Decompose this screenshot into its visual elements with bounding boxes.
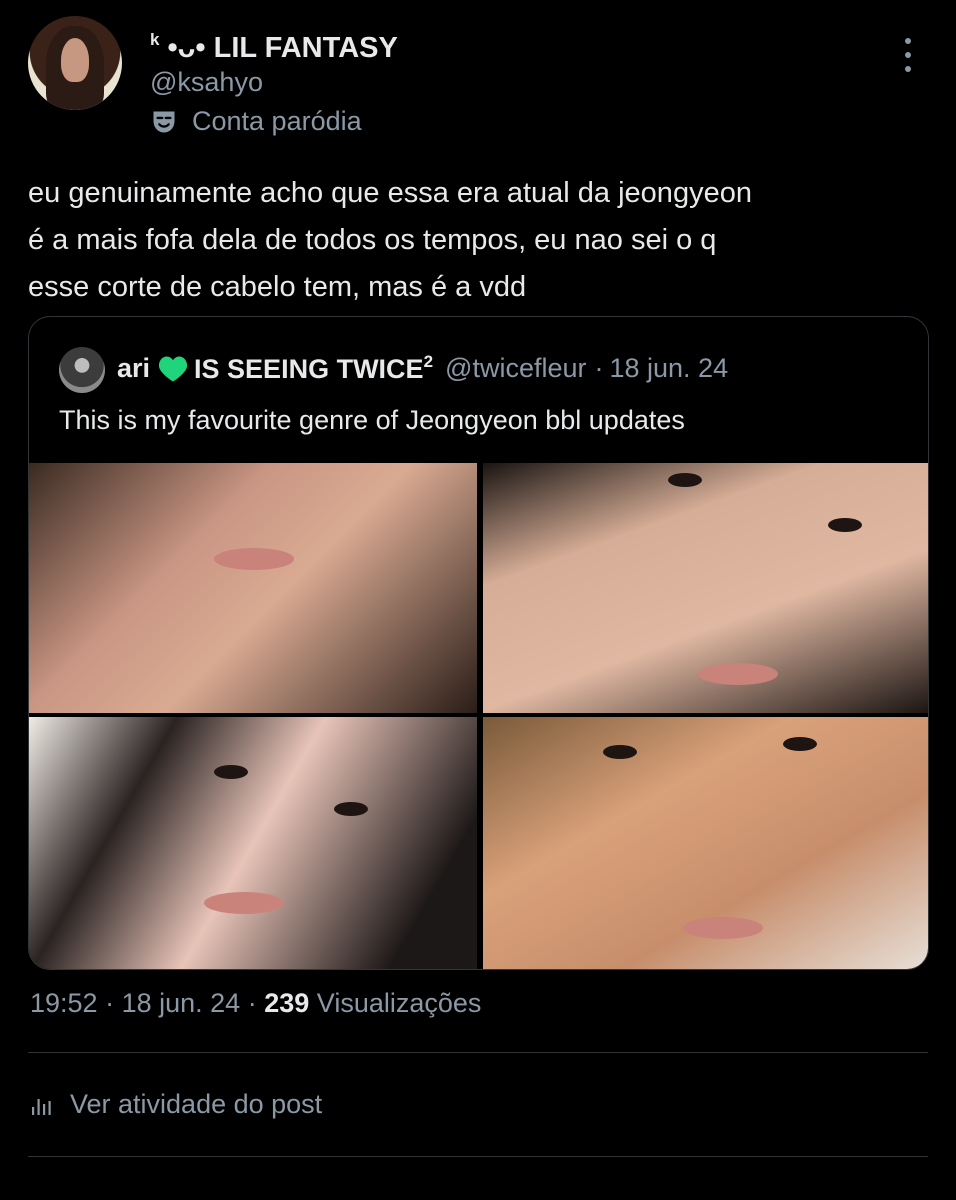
- quoted-author-name-sup: 2: [423, 352, 434, 371]
- post-text-line: eu genuinamente acho que essa era atual …: [28, 177, 752, 209]
- green-heart-icon: [158, 356, 188, 381]
- quoted-author-name-text: IS SEEING TWICE: [194, 354, 424, 384]
- author-name-text: •ᴗ• LIL FANTASY: [167, 32, 398, 64]
- quoted-author-name-end: IS SEEING TWICE2: [194, 352, 433, 385]
- quoted-post-text: This is my favourite genre of Jeongyeon …: [59, 405, 685, 435]
- views-label: Visualizações: [316, 988, 482, 1018]
- quoted-photo-3[interactable]: [29, 717, 477, 969]
- quoted-author-handle[interactable]: @twicefleur: [445, 353, 586, 384]
- quoted-photo-1[interactable]: [29, 463, 477, 713]
- post-text-line: é a mais fofa dela de todos os tempos, e…: [28, 224, 717, 256]
- author-avatar[interactable]: [28, 16, 122, 110]
- meta-separator: ·: [247, 988, 265, 1018]
- post-text-line: esse corte de cabelo tem, mas é a vdd: [28, 271, 527, 303]
- theater-mask-icon: [153, 111, 175, 132]
- views-count: 239: [264, 988, 310, 1018]
- quoted-date[interactable]: 18 jun. 24: [609, 353, 728, 384]
- activity-label: Ver atividade do post: [70, 1089, 323, 1119]
- quoted-photo-4[interactable]: [483, 717, 928, 969]
- post-date[interactable]: 18 jun. 24: [122, 988, 241, 1018]
- quoted-separator: ·: [594, 353, 604, 383]
- meta-separator: ·: [105, 988, 122, 1018]
- quoted-post[interactable]: ari IS SEEING TWICE2 @twicefleur · 18 ju…: [28, 316, 929, 970]
- post-time[interactable]: 19:52: [30, 988, 98, 1018]
- bar-chart-icon: [32, 1098, 51, 1115]
- post-activity-link[interactable]: Ver atividade do post: [30, 1089, 322, 1120]
- parody-badge: Conta paródia: [150, 106, 362, 137]
- quoted-post-header: ari IS SEEING TWICE2 @twicefleur · 18 ju…: [117, 352, 728, 385]
- more-vertical-icon[interactable]: [896, 38, 920, 72]
- quoted-author-name-start: ari: [117, 353, 151, 383]
- divider: [28, 1156, 928, 1157]
- quoted-photo-2[interactable]: [483, 463, 928, 713]
- author-name[interactable]: k •ᴗ• LIL FANTASY: [150, 30, 398, 65]
- author-name-prefix: k: [150, 30, 160, 49]
- post-text: eu genuinamente acho que essa era atual …: [28, 170, 938, 311]
- parody-label: Conta paródia: [192, 106, 362, 136]
- quoted-author-avatar[interactable]: [59, 347, 105, 393]
- author-handle[interactable]: @ksahyo: [150, 67, 263, 98]
- divider: [28, 1052, 928, 1053]
- post-header: k •ᴗ• LIL FANTASY @ksahyo Conta paródia: [0, 0, 956, 150]
- post-meta: 19:52 · 18 jun. 24 · 239 Visualizações: [30, 988, 481, 1019]
